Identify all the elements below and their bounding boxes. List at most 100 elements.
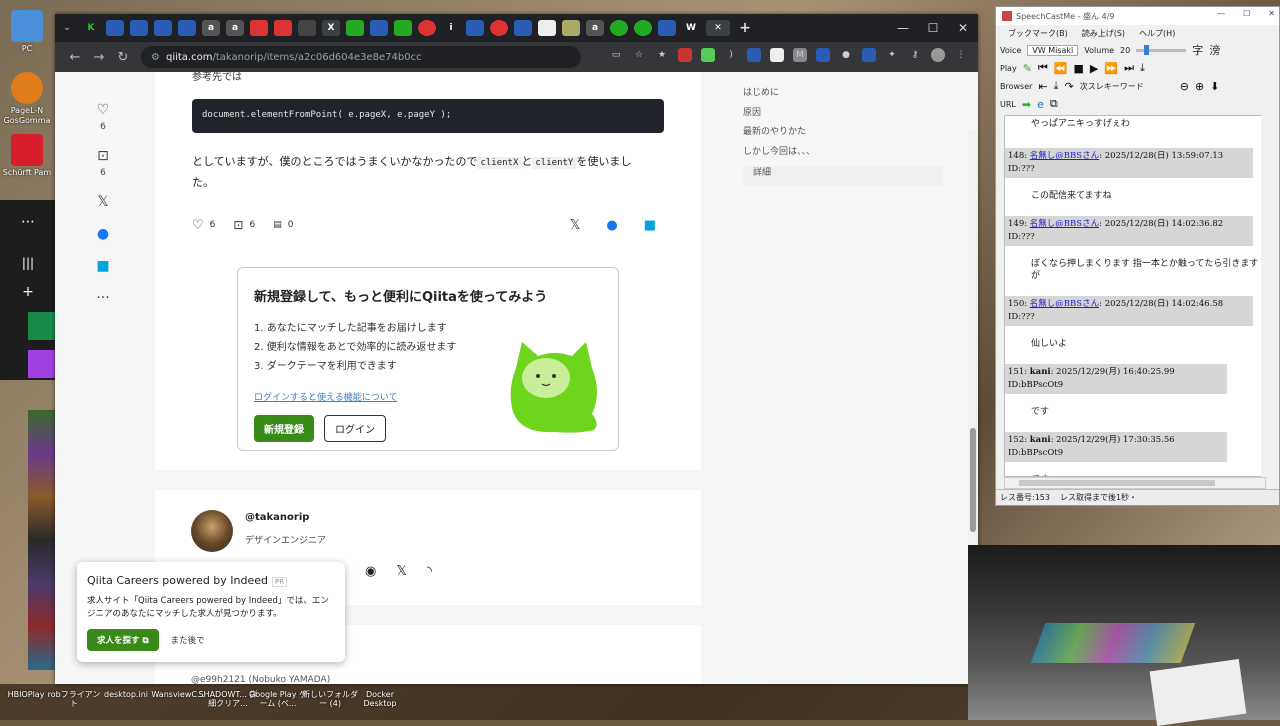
tab-favicon[interactable] [490,20,508,36]
reload-icon[interactable]: ↻ [111,50,135,65]
toc-item[interactable]: はじめに [743,86,943,106]
extension-icon[interactable] [678,48,692,62]
stock-button[interactable]: ⊡ 6 [233,218,255,232]
author-handle[interactable]: @takanorip [245,512,309,523]
stock-button[interactable]: ⊡ 6 [83,148,123,178]
desktop-icon[interactable]: Docker Desktop [350,690,410,708]
share-hatena-button[interactable]: ■ [83,258,123,274]
scrollbar-thumb[interactable] [1019,480,1215,486]
extension-icon[interactable] [701,48,715,62]
log-vertical-scrollbar[interactable] [1261,115,1273,477]
record-icon[interactable]: ● [839,48,853,62]
play-icon[interactable]: ▶ [1090,62,1098,75]
comments-button[interactable]: ▤ 0 [273,220,293,230]
tab-list-icon[interactable]: ⌄ [58,20,76,36]
zoom-out-icon[interactable]: ⊖ [1180,80,1189,93]
find-jobs-button[interactable]: 求人を探す ⧉ [87,629,159,651]
share-x-button[interactable]: 𝕏 [83,194,123,210]
poster-name[interactable]: 名無し@BBSさん [1030,299,1099,309]
font-icon[interactable]: 字 [1192,42,1203,58]
stop-icon[interactable]: ■ [1074,62,1084,75]
like-button[interactable]: ♡ 6 [192,218,215,233]
register-button[interactable]: 新規登録 [254,415,314,442]
cast-icon[interactable]: ▭ [609,48,623,62]
x-tab-favicon[interactable]: X [322,20,340,36]
menu-help[interactable]: ヘルプ(H) [1139,28,1175,39]
redirect-icon[interactable]: ↷ [1065,80,1074,93]
tab-favicon[interactable]: a [202,20,220,36]
tab-favicon[interactable] [634,20,652,36]
tab-favicon[interactable] [274,20,292,36]
maximize-button[interactable]: ☐ [1243,9,1250,18]
rss-icon[interactable]: ◝ [427,564,432,579]
profile-avatar[interactable] [931,48,945,62]
more-button[interactable]: ··· [83,290,123,306]
tab-favicon[interactable]: a [586,20,604,36]
minimize-button[interactable]: — [888,14,918,42]
last-icon[interactable]: ⏭ [1124,61,1134,75]
forward-icon[interactable]: → [87,50,111,65]
tab-favicon[interactable] [562,20,580,36]
scrollbar-thumb[interactable] [970,428,976,532]
down-icon[interactable]: ⤓ [1054,79,1059,93]
maximize-button[interactable]: ☐ [918,14,948,42]
copy-icon[interactable]: ⧉ [1050,97,1058,111]
desktop-icon-2[interactable]: Schürft Pam [0,134,54,178]
download-icon[interactable]: ⤓ [1140,61,1145,75]
extension-icon[interactable] [816,48,830,62]
poster-name[interactable]: 名無し@BBSさん [1030,151,1099,161]
back-icon[interactable]: ⇤ [1038,80,1047,93]
settings-icon[interactable]: 滂 [1209,42,1220,58]
close-button[interactable]: ✕ [948,14,978,42]
new-tab-button[interactable]: + [736,20,754,36]
extension-icon[interactable] [770,48,784,62]
browser-menu-icon[interactable]: ⋮ [954,48,968,62]
bookmark-star-icon[interactable]: ☆ [632,48,646,62]
next-user[interactable]: @e99h2121 (Nobuko YAMADA) [191,675,330,684]
toc-item-current[interactable]: 詳細 [743,166,943,186]
extension-icon[interactable] [747,48,761,62]
ie-icon[interactable]: e [1037,98,1044,111]
tab-favicon[interactable] [538,20,556,36]
minimize-button[interactable]: — [1217,9,1225,18]
menu-read[interactable]: 読み上げ(S) [1082,28,1125,39]
toc-item[interactable]: しかし今回は、、、 [743,145,943,165]
desktop-icon-pc[interactable]: PC [0,10,54,54]
desktop-icon[interactable]: robフライアン ト [44,690,104,708]
x-icon[interactable]: 𝕏 [396,564,406,579]
first-icon[interactable]: ⏮ [1038,61,1048,75]
extension-icon[interactable]: M [793,48,807,62]
toc-item[interactable]: 最新のやりかた [743,125,943,145]
pen-icon[interactable]: ✎ [1023,62,1032,75]
close-button[interactable]: ✕ [1268,9,1275,18]
dock-app-icons[interactable] [28,410,56,670]
tab-favicon[interactable] [394,20,412,36]
tab-favicon[interactable] [370,20,388,36]
later-button[interactable]: また後で [171,634,205,646]
voice-select[interactable]: VW Misaki [1027,44,1079,56]
wordpress-tab-favicon[interactable]: W [682,20,700,36]
tab-favicon[interactable] [418,20,436,36]
poster-name[interactable]: 名無し@BBSさん [1030,219,1099,229]
go-icon[interactable]: ➡ [1022,98,1031,111]
zoom-in-icon[interactable]: ⊕ [1195,80,1204,93]
menu-dots-icon[interactable]: ⋯ [0,214,56,230]
url-input[interactable]: ⚙ qiita.com/takanorip/items/a2c06d604e3e… [141,46,581,68]
facebook-share-icon[interactable]: ● [606,218,617,233]
tab-favicon[interactable] [106,20,124,36]
tab-favicon[interactable] [346,20,364,36]
github-icon[interactable]: ◉ [365,564,376,579]
tab-favicon[interactable] [154,20,172,36]
tab-favicon[interactable] [658,20,676,36]
save-icon[interactable]: ⬇ [1210,80,1219,93]
tab-favicon[interactable] [178,20,196,36]
extensions-puzzle-icon[interactable]: ✦ [885,48,899,62]
volume-slider[interactable] [1136,44,1187,55]
bookmark-icon[interactable] [28,312,56,340]
desktop-icon-1[interactable]: PageL-N GosGomma [0,72,54,126]
rewind-icon[interactable]: ⏪ [1054,62,1068,75]
back-icon[interactable]: ← [63,50,87,65]
tab-favicon[interactable] [610,20,628,36]
add-icon[interactable]: + [0,284,56,300]
site-info-icon[interactable]: ⚙ [151,52,160,63]
